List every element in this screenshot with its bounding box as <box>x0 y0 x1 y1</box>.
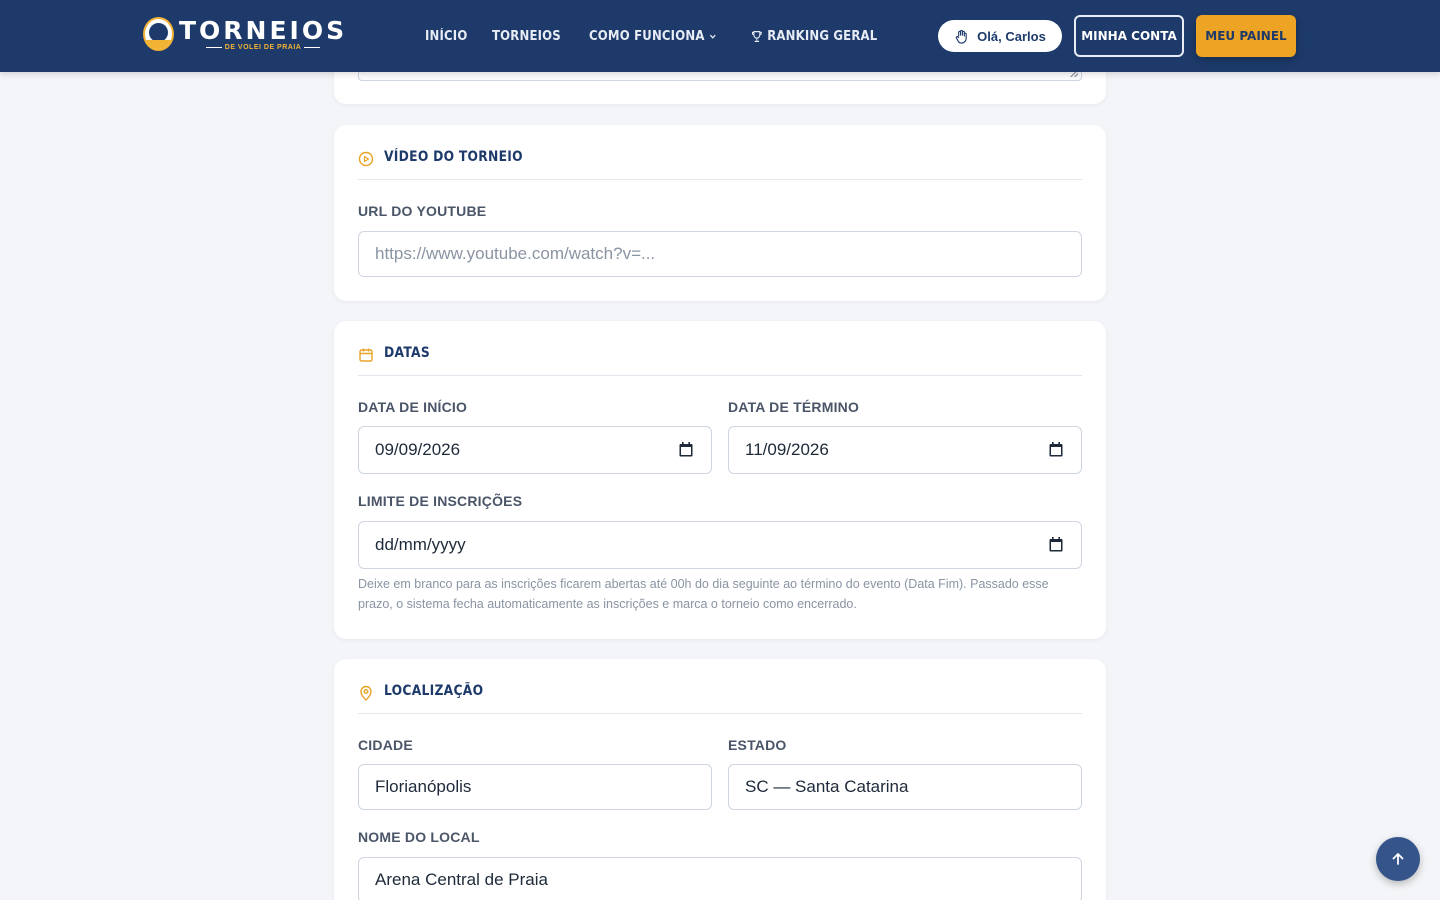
video-card: VÍDEO DO TORNEIO URL DO YOUTUBE https://… <box>334 125 1106 301</box>
calendar-icon <box>359 348 373 362</box>
site-logo[interactable]: TORNEIOS DE VOLEI DE PRAIA <box>143 17 347 51</box>
waving-hand-icon <box>955 29 967 44</box>
nav-torneios[interactable]: TORNEIOS <box>492 29 561 44</box>
top-navbar: TORNEIOS DE VOLEI DE PRAIA INÍCIO TORNEI… <box>0 0 1440 72</box>
user-greeting-pill[interactable]: Olá, Carlos <box>938 20 1062 52</box>
user-greeting-text: Olá, Carlos <box>977 28 1046 44</box>
registration-limit-value: dd/mm/yyyy <box>375 535 466 554</box>
youtube-url-label: URL DO YOUTUBE <box>358 203 487 219</box>
logo-subtitle-text: DE VOLEI DE PRAIA <box>224 43 302 51</box>
meu-painel-button[interactable]: MEU PAINEL <box>1196 15 1296 57</box>
city-input[interactable]: Florianópolis <box>358 764 712 810</box>
trophy-icon <box>752 30 762 42</box>
map-pin-icon <box>360 685 372 701</box>
registration-limit-input[interactable]: dd/mm/yyyy <box>358 521 1082 569</box>
location-card-title: LOCALIZAÇÃO <box>384 683 484 699</box>
city-value: Florianópolis <box>375 777 472 796</box>
logo-emblem-icon <box>143 17 174 51</box>
venue-name-input[interactable]: Arena Central de Praia <box>358 857 1082 900</box>
start-date-value: 09/09/2026 <box>375 440 461 459</box>
video-card-title: VÍDEO DO TORNEIO <box>384 149 523 165</box>
nav-ranking-geral[interactable]: RANKING GERAL <box>751 29 877 44</box>
minha-conta-button[interactable]: MINHA CONTA <box>1074 15 1184 57</box>
venue-name-label: NOME DO LOCAL <box>358 829 480 845</box>
video-card-header: VÍDEO DO TORNEIO <box>358 149 1082 180</box>
dates-card-title: DATAS <box>384 345 430 361</box>
logo-divider-right <box>304 46 321 48</box>
nav-inicio[interactable]: INÍCIO <box>425 29 467 44</box>
logo-divider-left <box>205 46 222 48</box>
nav-como-funciona[interactable]: COMO FUNCIONA <box>589 29 717 44</box>
dates-card: DATAS DATA DE INÍCIO 09/09/2026 DATA DE … <box>334 321 1106 639</box>
youtube-url-input[interactable]: https://www.youtube.com/watch?v=... <box>358 231 1082 277</box>
youtube-url-placeholder: https://www.youtube.com/watch?v=... <box>375 244 656 263</box>
location-card-header: LOCALIZAÇÃO <box>358 683 1082 714</box>
main-nav: INÍCIO TORNEIOS COMO FUNCIONA RANKING GE… <box>425 0 892 72</box>
chevron-down-icon <box>709 34 716 39</box>
start-date-input[interactable]: 09/09/2026 <box>358 426 712 474</box>
nav-ranking-geral-label: RANKING GERAL <box>767 28 878 44</box>
logo-subtitle: DE VOLEI DE PRAIA <box>205 43 321 51</box>
end-date-value: 11/09/2026 <box>745 440 829 459</box>
date-picker-icon[interactable] <box>679 442 693 457</box>
date-picker-icon[interactable] <box>1049 537 1063 552</box>
dates-card-header: DATAS <box>358 345 1082 376</box>
end-date-label: DATA DE TÉRMINO <box>728 399 860 415</box>
scroll-to-top-button[interactable] <box>1376 837 1420 881</box>
nav-torneios-label: TORNEIOS <box>492 28 562 44</box>
location-card: LOCALIZAÇÃO CIDADE Florianópolis ESTADO … <box>334 659 1106 900</box>
registration-limit-label: LIMITE DE INSCRIÇÕES <box>358 493 523 509</box>
registration-limit-help: Deixe em branco para as inscrições ficar… <box>358 577 1049 611</box>
logo-title: TORNEIOS <box>179 15 348 45</box>
play-circle-icon <box>358 151 374 167</box>
logo-text: TORNEIOS DE VOLEI DE PRAIA <box>179 18 347 51</box>
nav-inicio-label: INÍCIO <box>425 28 468 44</box>
state-value: SC — Santa Catarina <box>745 777 909 796</box>
end-date-input[interactable]: 11/09/2026 <box>728 426 1082 474</box>
start-date-label: DATA DE INÍCIO <box>358 399 468 415</box>
nav-como-funciona-label: COMO FUNCIONA <box>588 28 705 44</box>
venue-name-value: Arena Central de Praia <box>375 870 548 889</box>
city-label: CIDADE <box>358 737 413 753</box>
arrow-up-icon <box>1392 853 1404 865</box>
state-label: ESTADO <box>728 737 787 753</box>
state-select[interactable]: SC — Santa Catarina <box>728 764 1082 810</box>
date-picker-icon[interactable] <box>1049 442 1063 457</box>
